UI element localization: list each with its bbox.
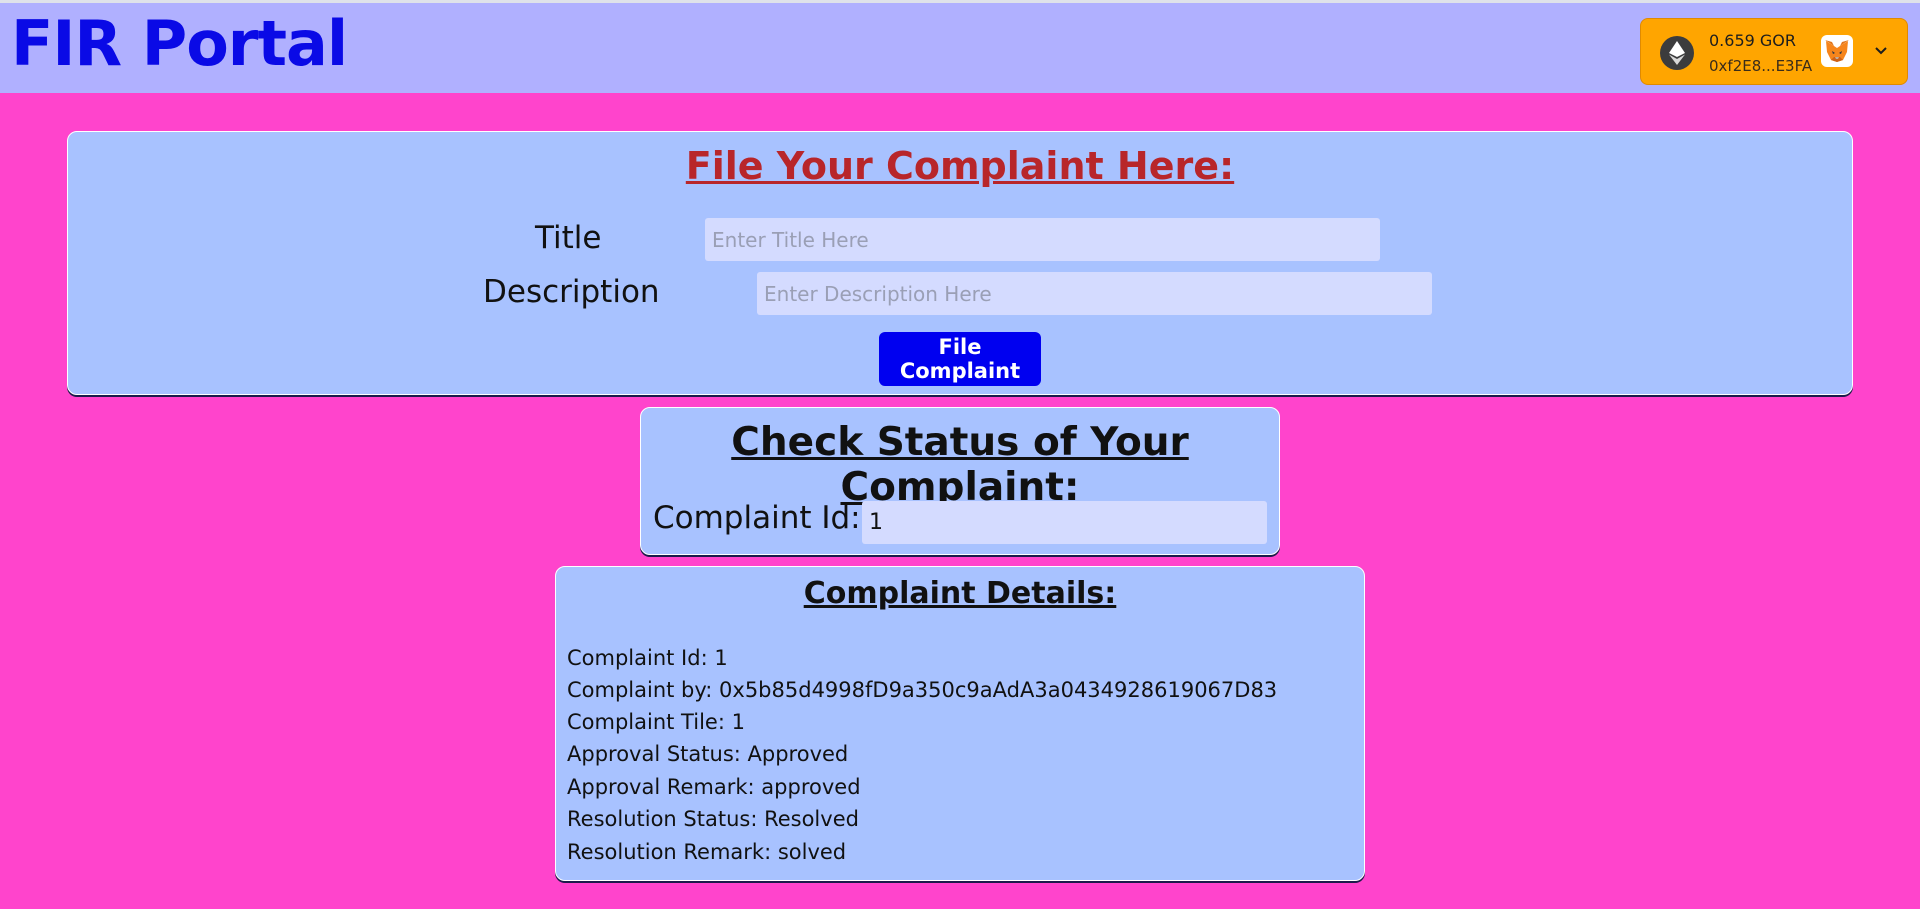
file-complaint-panel: File Your Complaint Here: Title Descript… (67, 131, 1853, 395)
description-label: Description (483, 274, 660, 310)
check-status-panel: Check Status of Your Complaint: Complain… (640, 407, 1280, 555)
detail-complaint-id: Complaint Id: 1 (567, 646, 728, 670)
wallet-address: 0xf2E8...E3FA (1709, 57, 1813, 75)
wallet-button[interactable]: 0.659 GOR 0xf2E8...E3FA (1640, 18, 1908, 85)
complaint-id-input[interactable] (862, 501, 1267, 544)
check-status-heading: Check Status of Your Complaint: (731, 420, 1189, 510)
detail-approval-remark: Approval Remark: approved (567, 775, 861, 799)
detail-resolution-remark: Resolution Remark: solved (567, 840, 847, 864)
detail-resolution-status: Resolution Status: Resolved (567, 807, 859, 831)
wallet-balance: 0.659 GOR (1709, 31, 1796, 50)
complaint-details-heading: Complaint Details: (803, 576, 1117, 611)
chevron-down-icon[interactable] (1873, 41, 1889, 65)
title-input[interactable] (705, 218, 1380, 261)
detail-complaint-title: Complaint Tile: 1 (567, 710, 745, 734)
ethereum-icon (1660, 36, 1694, 70)
complaint-id-label: Complaint Id: (653, 500, 861, 536)
title-label: Title (535, 220, 602, 256)
file-complaint-button[interactable]: File Complaint (879, 332, 1041, 386)
metamask-fox-icon (1821, 35, 1853, 67)
detail-approval-status: Approval Status: Approved (567, 742, 849, 766)
file-complaint-heading: File Your Complaint Here: (685, 144, 1235, 188)
complaint-details-panel: Complaint Details: Complaint Id: 1 Compl… (555, 566, 1365, 881)
description-input[interactable] (757, 272, 1432, 315)
detail-complaint-by: Complaint by: 0x5b85d4998fD9a350c9aAdA3a… (567, 678, 1278, 702)
top-navbar: FIR Portal 0.659 GOR 0xf2E8...E3FA (0, 0, 1920, 93)
app-title: FIR Portal (11, 7, 348, 80)
